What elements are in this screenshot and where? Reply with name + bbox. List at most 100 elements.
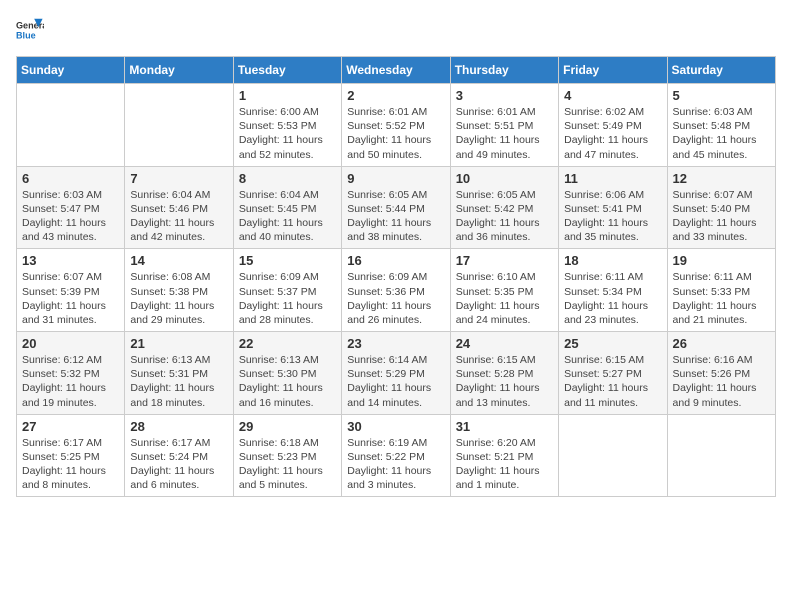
calendar-week-row: 13 Sunrise: 6:07 AM Sunset: 5:39 PM Dayl… xyxy=(17,249,776,332)
day-number: 11 xyxy=(564,171,661,186)
day-info: Sunrise: 6:15 AM Sunset: 5:27 PM Dayligh… xyxy=(564,353,661,410)
day-number: 21 xyxy=(130,336,227,351)
calendar-week-row: 6 Sunrise: 6:03 AM Sunset: 5:47 PM Dayli… xyxy=(17,166,776,249)
day-info: Sunrise: 6:03 AM Sunset: 5:47 PM Dayligh… xyxy=(22,188,119,245)
day-info: Sunrise: 6:12 AM Sunset: 5:32 PM Dayligh… xyxy=(22,353,119,410)
day-number: 1 xyxy=(239,88,336,103)
calendar-cell: 6 Sunrise: 6:03 AM Sunset: 5:47 PM Dayli… xyxy=(17,166,125,249)
day-info: Sunrise: 6:05 AM Sunset: 5:42 PM Dayligh… xyxy=(456,188,553,245)
calendar-week-row: 1 Sunrise: 6:00 AM Sunset: 5:53 PM Dayli… xyxy=(17,84,776,167)
day-number: 17 xyxy=(456,253,553,268)
day-info: Sunrise: 6:02 AM Sunset: 5:49 PM Dayligh… xyxy=(564,105,661,162)
day-info: Sunrise: 6:08 AM Sunset: 5:38 PM Dayligh… xyxy=(130,270,227,327)
weekday-header: Monday xyxy=(125,57,233,84)
day-number: 26 xyxy=(673,336,770,351)
calendar-cell: 20 Sunrise: 6:12 AM Sunset: 5:32 PM Dayl… xyxy=(17,332,125,415)
day-info: Sunrise: 6:04 AM Sunset: 5:45 PM Dayligh… xyxy=(239,188,336,245)
calendar-cell: 29 Sunrise: 6:18 AM Sunset: 5:23 PM Dayl… xyxy=(233,414,341,497)
day-number: 19 xyxy=(673,253,770,268)
day-info: Sunrise: 6:09 AM Sunset: 5:37 PM Dayligh… xyxy=(239,270,336,327)
day-number: 25 xyxy=(564,336,661,351)
day-number: 8 xyxy=(239,171,336,186)
calendar-cell: 2 Sunrise: 6:01 AM Sunset: 5:52 PM Dayli… xyxy=(342,84,450,167)
day-number: 30 xyxy=(347,419,444,434)
calendar-cell xyxy=(667,414,775,497)
calendar-cell: 11 Sunrise: 6:06 AM Sunset: 5:41 PM Dayl… xyxy=(559,166,667,249)
day-info: Sunrise: 6:05 AM Sunset: 5:44 PM Dayligh… xyxy=(347,188,444,245)
day-number: 4 xyxy=(564,88,661,103)
day-info: Sunrise: 6:20 AM Sunset: 5:21 PM Dayligh… xyxy=(456,436,553,493)
day-info: Sunrise: 6:11 AM Sunset: 5:33 PM Dayligh… xyxy=(673,270,770,327)
day-number: 18 xyxy=(564,253,661,268)
calendar-week-row: 27 Sunrise: 6:17 AM Sunset: 5:25 PM Dayl… xyxy=(17,414,776,497)
day-info: Sunrise: 6:19 AM Sunset: 5:22 PM Dayligh… xyxy=(347,436,444,493)
calendar-cell: 17 Sunrise: 6:10 AM Sunset: 5:35 PM Dayl… xyxy=(450,249,558,332)
calendar-cell: 10 Sunrise: 6:05 AM Sunset: 5:42 PM Dayl… xyxy=(450,166,558,249)
day-info: Sunrise: 6:07 AM Sunset: 5:40 PM Dayligh… xyxy=(673,188,770,245)
logo-icon: General Blue xyxy=(16,16,44,44)
calendar-cell: 24 Sunrise: 6:15 AM Sunset: 5:28 PM Dayl… xyxy=(450,332,558,415)
day-info: Sunrise: 6:06 AM Sunset: 5:41 PM Dayligh… xyxy=(564,188,661,245)
day-info: Sunrise: 6:10 AM Sunset: 5:35 PM Dayligh… xyxy=(456,270,553,327)
day-number: 5 xyxy=(673,88,770,103)
day-number: 31 xyxy=(456,419,553,434)
day-info: Sunrise: 6:01 AM Sunset: 5:51 PM Dayligh… xyxy=(456,105,553,162)
day-info: Sunrise: 6:15 AM Sunset: 5:28 PM Dayligh… xyxy=(456,353,553,410)
day-number: 2 xyxy=(347,88,444,103)
day-info: Sunrise: 6:18 AM Sunset: 5:23 PM Dayligh… xyxy=(239,436,336,493)
day-info: Sunrise: 6:11 AM Sunset: 5:34 PM Dayligh… xyxy=(564,270,661,327)
day-number: 9 xyxy=(347,171,444,186)
calendar-cell: 26 Sunrise: 6:16 AM Sunset: 5:26 PM Dayl… xyxy=(667,332,775,415)
calendar-cell: 22 Sunrise: 6:13 AM Sunset: 5:30 PM Dayl… xyxy=(233,332,341,415)
day-number: 27 xyxy=(22,419,119,434)
day-info: Sunrise: 6:09 AM Sunset: 5:36 PM Dayligh… xyxy=(347,270,444,327)
day-number: 13 xyxy=(22,253,119,268)
calendar-cell xyxy=(559,414,667,497)
day-info: Sunrise: 6:13 AM Sunset: 5:30 PM Dayligh… xyxy=(239,353,336,410)
day-number: 12 xyxy=(673,171,770,186)
calendar-cell: 8 Sunrise: 6:04 AM Sunset: 5:45 PM Dayli… xyxy=(233,166,341,249)
day-info: Sunrise: 6:17 AM Sunset: 5:25 PM Dayligh… xyxy=(22,436,119,493)
calendar-cell xyxy=(17,84,125,167)
weekday-header: Tuesday xyxy=(233,57,341,84)
calendar-cell: 5 Sunrise: 6:03 AM Sunset: 5:48 PM Dayli… xyxy=(667,84,775,167)
calendar-cell: 15 Sunrise: 6:09 AM Sunset: 5:37 PM Dayl… xyxy=(233,249,341,332)
day-info: Sunrise: 6:16 AM Sunset: 5:26 PM Dayligh… xyxy=(673,353,770,410)
day-info: Sunrise: 6:14 AM Sunset: 5:29 PM Dayligh… xyxy=(347,353,444,410)
day-number: 10 xyxy=(456,171,553,186)
day-number: 7 xyxy=(130,171,227,186)
weekday-header: Wednesday xyxy=(342,57,450,84)
day-number: 22 xyxy=(239,336,336,351)
calendar-table: SundayMondayTuesdayWednesdayThursdayFrid… xyxy=(16,56,776,497)
calendar-cell: 9 Sunrise: 6:05 AM Sunset: 5:44 PM Dayli… xyxy=(342,166,450,249)
day-info: Sunrise: 6:07 AM Sunset: 5:39 PM Dayligh… xyxy=(22,270,119,327)
day-info: Sunrise: 6:17 AM Sunset: 5:24 PM Dayligh… xyxy=(130,436,227,493)
day-number: 3 xyxy=(456,88,553,103)
weekday-header: Thursday xyxy=(450,57,558,84)
calendar-cell: 14 Sunrise: 6:08 AM Sunset: 5:38 PM Dayl… xyxy=(125,249,233,332)
day-info: Sunrise: 6:03 AM Sunset: 5:48 PM Dayligh… xyxy=(673,105,770,162)
calendar-cell: 4 Sunrise: 6:02 AM Sunset: 5:49 PM Dayli… xyxy=(559,84,667,167)
calendar-cell: 12 Sunrise: 6:07 AM Sunset: 5:40 PM Dayl… xyxy=(667,166,775,249)
calendar-cell: 21 Sunrise: 6:13 AM Sunset: 5:31 PM Dayl… xyxy=(125,332,233,415)
weekday-header: Friday xyxy=(559,57,667,84)
day-number: 6 xyxy=(22,171,119,186)
day-number: 29 xyxy=(239,419,336,434)
calendar-cell: 23 Sunrise: 6:14 AM Sunset: 5:29 PM Dayl… xyxy=(342,332,450,415)
calendar-cell: 13 Sunrise: 6:07 AM Sunset: 5:39 PM Dayl… xyxy=(17,249,125,332)
day-number: 24 xyxy=(456,336,553,351)
svg-text:Blue: Blue xyxy=(16,30,36,40)
calendar-week-row: 20 Sunrise: 6:12 AM Sunset: 5:32 PM Dayl… xyxy=(17,332,776,415)
calendar-cell xyxy=(125,84,233,167)
page-header: General Blue xyxy=(16,16,776,44)
calendar-cell: 3 Sunrise: 6:01 AM Sunset: 5:51 PM Dayli… xyxy=(450,84,558,167)
calendar-cell: 16 Sunrise: 6:09 AM Sunset: 5:36 PM Dayl… xyxy=(342,249,450,332)
day-number: 14 xyxy=(130,253,227,268)
weekday-header: Saturday xyxy=(667,57,775,84)
weekday-header: Sunday xyxy=(17,57,125,84)
day-number: 28 xyxy=(130,419,227,434)
calendar-cell: 28 Sunrise: 6:17 AM Sunset: 5:24 PM Dayl… xyxy=(125,414,233,497)
calendar-cell: 25 Sunrise: 6:15 AM Sunset: 5:27 PM Dayl… xyxy=(559,332,667,415)
day-number: 15 xyxy=(239,253,336,268)
logo: General Blue xyxy=(16,16,44,44)
